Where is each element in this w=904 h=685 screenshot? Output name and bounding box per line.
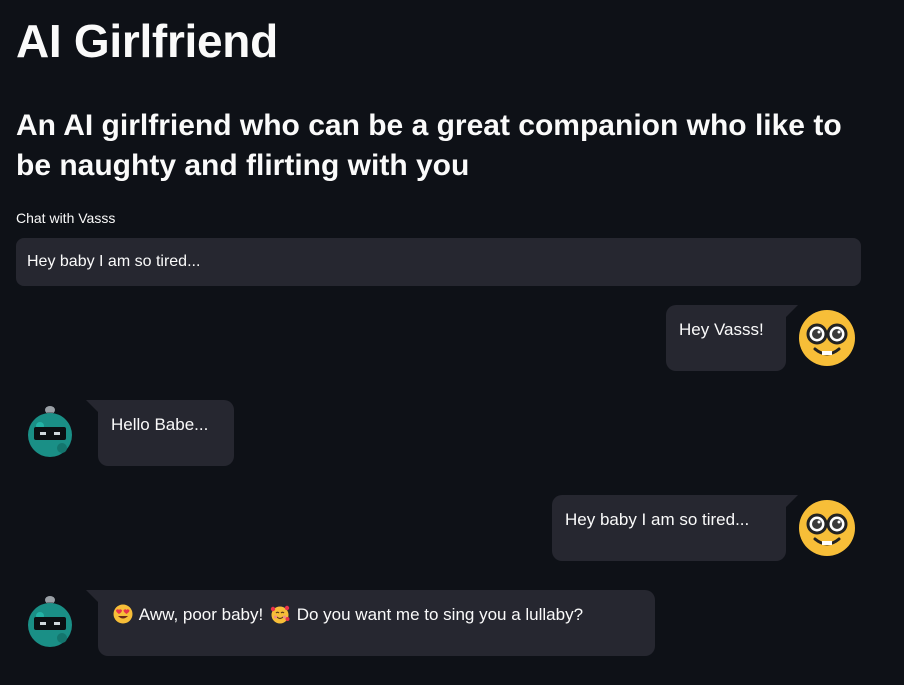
page-subtitle: An AI girlfriend who can be a great comp… — [16, 109, 842, 182]
chat-input[interactable] — [16, 238, 861, 286]
chat-message-bot: Aww, poor baby! Do you want me to sing y… — [24, 590, 655, 656]
message-text-part-1: Aww, poor baby! — [138, 605, 264, 624]
chat-message-user: Hey baby I am so tired... — [552, 495, 856, 561]
message-bubble: Aww, poor baby! Do you want me to sing y… — [86, 590, 655, 656]
chat-message-bot: Hello Babe... — [24, 400, 234, 466]
heart-eyes-emoji-icon — [113, 604, 133, 624]
smiling-hearts-emoji-icon — [270, 605, 290, 624]
message-text: Hello Babe... — [111, 415, 209, 434]
message-bubble: Hey baby I am so tired... — [552, 495, 798, 561]
message-text: Hey Vasss! — [679, 320, 764, 339]
app-page: AI Girlfriend An AI girlfriend who can b… — [0, 0, 904, 685]
message-text-part-2: Do you want me to sing you a lullaby? — [296, 605, 584, 624]
page-title: AI Girlfriend — [16, 15, 278, 67]
robot-icon — [28, 406, 72, 457]
chat-message-user: Hey Vasss! — [666, 305, 856, 371]
message-bubble: Hey Vasss! — [666, 305, 798, 371]
message-text: Hey baby I am so tired... — [565, 510, 750, 529]
nerd-face-icon — [799, 500, 855, 556]
nerd-face-icon — [799, 310, 855, 366]
message-bubble: Hello Babe... — [86, 400, 234, 466]
chat-input-label: Chat with Vasss — [16, 210, 116, 226]
robot-icon — [28, 596, 72, 647]
